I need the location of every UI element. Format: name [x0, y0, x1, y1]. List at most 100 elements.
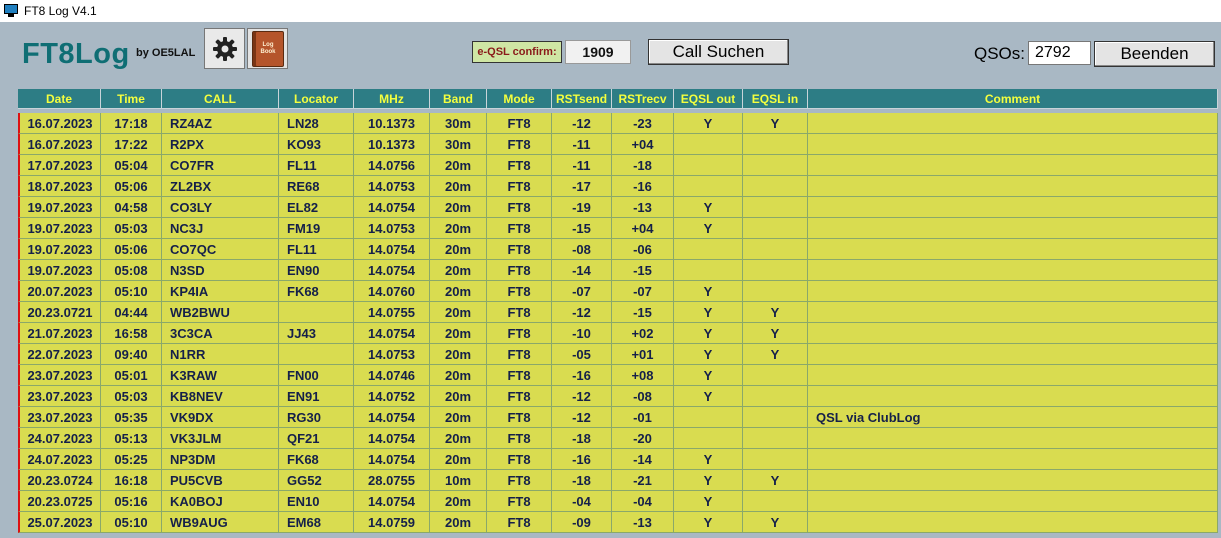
cell-eqsl-out[interactable]: Y: [674, 365, 743, 386]
table-row[interactable]: 24.07.2023 05:13 VK3JLM QF21 14.0754 20m FT8 -1…: [18, 428, 1218, 449]
cell-band[interactable]: 20m: [430, 365, 487, 386]
cell-date[interactable]: 24.07.2023: [18, 449, 101, 470]
column-header-date[interactable]: Date: [18, 89, 101, 109]
cell-date[interactable]: 18.07.2023: [18, 176, 101, 197]
cell-rst-recv[interactable]: -13: [612, 197, 674, 218]
cell-band[interactable]: 10m: [430, 470, 487, 491]
table-row[interactable]: 16.07.2023 17:22 R2PX KO93 10.1373 30m FT8 -11 +…: [18, 134, 1218, 155]
cell-comment[interactable]: [808, 428, 1218, 449]
cell-mode[interactable]: FT8: [487, 407, 552, 428]
table-row[interactable]: 22.07.2023 09:40 N1RR 14.0753 20m FT8 -05 +01 Y Y: [18, 344, 1218, 365]
cell-date[interactable]: 23.07.2023: [18, 407, 101, 428]
cell-eqsl-out[interactable]: Y: [674, 470, 743, 491]
cell-mode[interactable]: FT8: [487, 470, 552, 491]
cell-comment[interactable]: [808, 302, 1218, 323]
cell-time[interactable]: 05:08: [101, 260, 162, 281]
cell-call[interactable]: CO3LY: [162, 197, 279, 218]
cell-date[interactable]: 17.07.2023: [18, 155, 101, 176]
cell-call[interactable]: VK9DX: [162, 407, 279, 428]
cell-eqsl-out[interactable]: Y: [674, 197, 743, 218]
cell-eqsl-in[interactable]: Y: [743, 470, 808, 491]
cell-mode[interactable]: FT8: [487, 176, 552, 197]
call-search-button[interactable]: Call Suchen: [648, 39, 789, 65]
cell-eqsl-in[interactable]: Y: [743, 302, 808, 323]
cell-rst-recv[interactable]: -15: [612, 302, 674, 323]
cell-eqsl-in[interactable]: Y: [743, 512, 808, 533]
cell-rst-recv[interactable]: -04: [612, 491, 674, 512]
table-row[interactable]: 16.07.2023 17:18 RZ4AZ LN28 10.1373 30m FT8 -12…: [18, 113, 1218, 134]
cell-rst-send[interactable]: -16: [552, 365, 612, 386]
cell-mhz[interactable]: 14.0754: [354, 428, 430, 449]
table-row[interactable]: 24.07.2023 05:25 NP3DM FK68 14.0754 20m FT8 -16…: [18, 449, 1218, 470]
cell-call[interactable]: CO7FR: [162, 155, 279, 176]
cell-band[interactable]: 20m: [430, 407, 487, 428]
cell-rst-send[interactable]: -18: [552, 470, 612, 491]
cell-comment[interactable]: [808, 449, 1218, 470]
cell-time[interactable]: 16:18: [101, 470, 162, 491]
cell-eqsl-in[interactable]: [743, 365, 808, 386]
cell-comment[interactable]: [808, 491, 1218, 512]
cell-call[interactable]: VK3JLM: [162, 428, 279, 449]
cell-locator[interactable]: RE68: [279, 176, 354, 197]
cell-time[interactable]: 05:03: [101, 218, 162, 239]
cell-call[interactable]: NP3DM: [162, 449, 279, 470]
cell-rst-recv[interactable]: -08: [612, 386, 674, 407]
cell-rst-recv[interactable]: -21: [612, 470, 674, 491]
cell-locator[interactable]: QF21: [279, 428, 354, 449]
table-row[interactable]: 20.23.0725 05:16 KA0BOJ EN10 14.0754 20m FT8 -0…: [18, 491, 1218, 512]
cell-band[interactable]: 20m: [430, 281, 487, 302]
cell-eqsl-out[interactable]: Y: [674, 281, 743, 302]
cell-call[interactable]: KP4IA: [162, 281, 279, 302]
cell-mode[interactable]: FT8: [487, 260, 552, 281]
cell-eqsl-out[interactable]: Y: [674, 302, 743, 323]
cell-mode[interactable]: FT8: [487, 428, 552, 449]
cell-rst-recv[interactable]: +04: [612, 218, 674, 239]
table-row[interactable]: 19.07.2023 05:08 N3SD EN90 14.0754 20m FT8 -14-…: [18, 260, 1218, 281]
cell-rst-send[interactable]: -14: [552, 260, 612, 281]
cell-rst-send[interactable]: -07: [552, 281, 612, 302]
cell-eqsl-out[interactable]: Y: [674, 386, 743, 407]
cell-eqsl-out[interactable]: Y: [674, 113, 743, 134]
cell-eqsl-in[interactable]: [743, 407, 808, 428]
cell-mhz[interactable]: 14.0755: [354, 302, 430, 323]
cell-eqsl-in[interactable]: [743, 239, 808, 260]
cell-mhz[interactable]: 14.0759: [354, 512, 430, 533]
cell-rst-recv[interactable]: +04: [612, 134, 674, 155]
cell-rst-recv[interactable]: -20: [612, 428, 674, 449]
cell-eqsl-in[interactable]: [743, 134, 808, 155]
cell-locator[interactable]: FN00: [279, 365, 354, 386]
cell-band[interactable]: 20m: [430, 197, 487, 218]
cell-time[interactable]: 05:03: [101, 386, 162, 407]
cell-call[interactable]: WB2BWU: [162, 302, 279, 323]
cell-mode[interactable]: FT8: [487, 134, 552, 155]
column-header-eqsl-in[interactable]: EQSL in: [743, 89, 808, 109]
cell-eqsl-out[interactable]: [674, 407, 743, 428]
cell-time[interactable]: 16:58: [101, 323, 162, 344]
cell-eqsl-in[interactable]: [743, 449, 808, 470]
cell-mode[interactable]: FT8: [487, 281, 552, 302]
cell-band[interactable]: 20m: [430, 302, 487, 323]
cell-call[interactable]: 3C3CA: [162, 323, 279, 344]
column-header-eqsl-out[interactable]: EQSL out: [674, 89, 743, 109]
table-row[interactable]: 19.07.2023 04:58 CO3LY EL82 14.0754 20m FT8 -19…: [18, 197, 1218, 218]
cell-comment[interactable]: [808, 113, 1218, 134]
logbook-button[interactable]: Log Book: [247, 28, 288, 69]
cell-mhz[interactable]: 14.0754: [354, 260, 430, 281]
cell-mhz[interactable]: 14.0753: [354, 344, 430, 365]
cell-call[interactable]: KA0BOJ: [162, 491, 279, 512]
cell-eqsl-out[interactable]: Y: [674, 491, 743, 512]
cell-eqsl-out[interactable]: [674, 239, 743, 260]
cell-comment[interactable]: [808, 260, 1218, 281]
cell-time[interactable]: 05:06: [101, 239, 162, 260]
cell-rst-send[interactable]: -16: [552, 449, 612, 470]
cell-time[interactable]: 05:06: [101, 176, 162, 197]
table-row[interactable]: 23.07.2023 05:35 VK9DX RG30 14.0754 20m FT8 -12…: [18, 407, 1218, 428]
cell-eqsl-out[interactable]: [674, 260, 743, 281]
cell-date[interactable]: 20.23.0721: [18, 302, 101, 323]
cell-comment[interactable]: [808, 134, 1218, 155]
table-row[interactable]: 21.07.2023 16:58 3C3CA JJ43 14.0754 20m FT8 -10…: [18, 323, 1218, 344]
cell-band[interactable]: 20m: [430, 260, 487, 281]
cell-time[interactable]: 05:13: [101, 428, 162, 449]
cell-mode[interactable]: FT8: [487, 113, 552, 134]
cell-rst-send[interactable]: -11: [552, 155, 612, 176]
